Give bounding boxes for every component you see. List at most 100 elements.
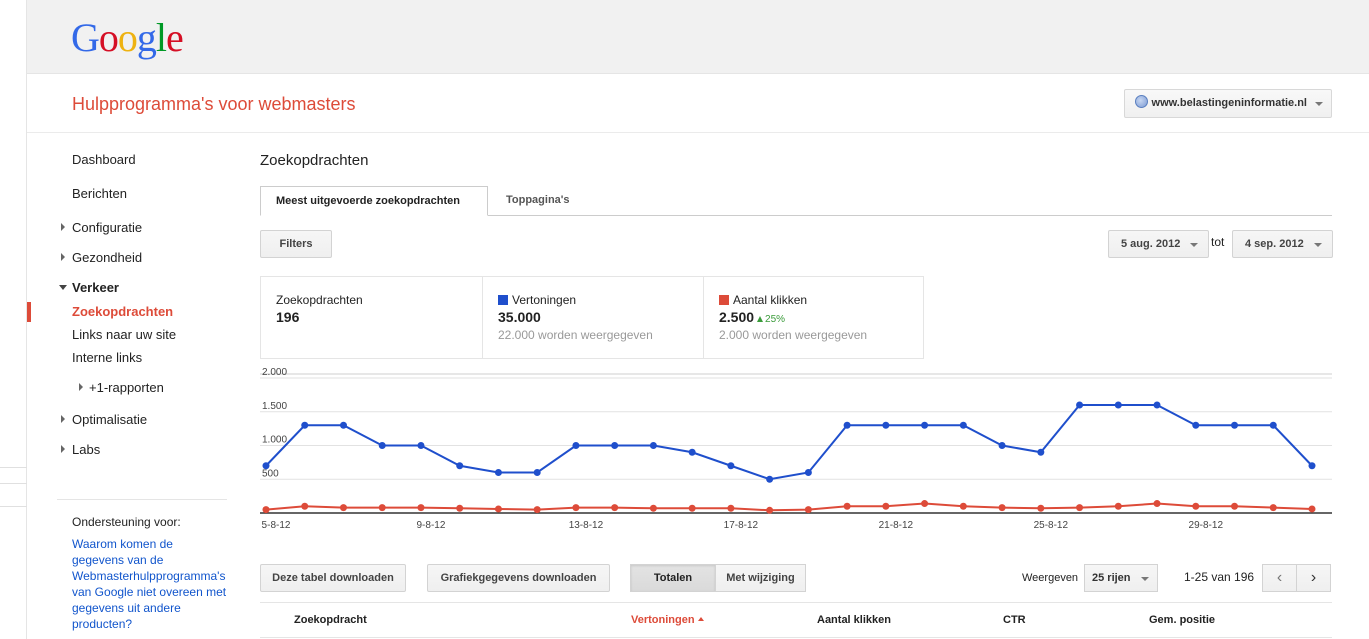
- expand-arrow-icon[interactable]: [61, 223, 65, 231]
- tab-toppaginas[interactable]: Toppagina's: [491, 186, 585, 216]
- data-point: [727, 504, 735, 512]
- data-point: [301, 502, 309, 510]
- data-point: [688, 448, 696, 456]
- sidebar-item-optimalisatie[interactable]: Optimalisatie: [72, 412, 147, 427]
- expand-arrow-icon[interactable]: [61, 415, 65, 423]
- left-edge-strip: [0, 0, 27, 639]
- delta-value: 25%: [765, 314, 786, 325]
- sidebar-item-plus1-rapporten[interactable]: +1-rapporten: [89, 380, 164, 395]
- data-point: [572, 504, 580, 512]
- data-point: [1308, 505, 1316, 513]
- collapse-arrow-icon[interactable]: [59, 285, 67, 290]
- data-point: [998, 504, 1006, 512]
- site-name: www.belastingeninformatie.nl: [1151, 97, 1307, 109]
- sidebar-item-verkeer[interactable]: Verkeer: [72, 280, 119, 295]
- red-swatch-icon: [719, 295, 729, 305]
- column-vertoningen[interactable]: Vertoningen: [631, 614, 704, 626]
- google-logo[interactable]: Google: [71, 14, 184, 61]
- data-point: [611, 442, 619, 449]
- download-chart-button[interactable]: Grafiekgegevens downloaden: [427, 564, 610, 592]
- data-point: [649, 442, 657, 449]
- tab-meest-uitgevoerde-zoekopdrachten[interactable]: Meest uitgevoerde zoekopdrachten: [260, 186, 488, 216]
- support-link[interactable]: Waarom komen de gegevens van de Webmaste…: [57, 536, 227, 632]
- sidebar-item-interne-links[interactable]: Interne links: [72, 350, 142, 365]
- rows-label: Weergeven: [1022, 572, 1079, 584]
- date-from-picker[interactable]: 5 aug. 2012: [1108, 230, 1210, 258]
- table-toolbar: Deze tabel downloaden Grafiekgegevens do…: [260, 564, 1332, 594]
- column-aantal-klikken[interactable]: Aantal klikken: [817, 614, 891, 626]
- expand-arrow-icon[interactable]: [61, 445, 65, 453]
- data-point: [456, 504, 464, 512]
- data-point: [533, 469, 541, 476]
- with-change-toggle[interactable]: Met wijziging: [715, 564, 806, 592]
- x-tick-label: 5-8-12: [262, 520, 291, 531]
- date-to-picker[interactable]: 4 sep. 2012: [1232, 230, 1333, 258]
- x-tick-label: 21-8-12: [879, 520, 914, 531]
- stat-clicks-sub: 2.000 worden weergegeven: [719, 328, 868, 342]
- filters-button[interactable]: Filters: [260, 230, 332, 258]
- stat-clicks[interactable]: Aantal klikken 2.500 25% 2.000 worden wee…: [703, 277, 924, 358]
- stat-queries-label: Zoekopdrachten: [276, 293, 363, 307]
- sidebar-item-zoekopdrachten[interactable]: Zoekopdrachten: [72, 304, 173, 319]
- stat-impressions-label: Vertoningen: [512, 293, 577, 307]
- data-point: [378, 504, 386, 512]
- data-point: [649, 504, 657, 512]
- column-gem-positie[interactable]: Gem. positie: [1149, 614, 1215, 626]
- data-point: [1114, 401, 1122, 409]
- logo-letter: G: [71, 15, 100, 60]
- sidebar-item-labs[interactable]: Labs: [72, 442, 100, 457]
- logo-letter: l: [155, 15, 167, 60]
- stat-queries: Zoekopdrachten 196: [261, 277, 482, 358]
- stat-clicks-value: 2.500: [719, 309, 755, 325]
- prev-page-button[interactable]: ‹: [1262, 564, 1297, 592]
- data-point: [1231, 421, 1239, 429]
- app-title[interactable]: Hulpprogramma's voor webmasters: [72, 94, 356, 115]
- data-point: [494, 469, 502, 476]
- data-point: [843, 421, 851, 429]
- data-point: [417, 504, 425, 512]
- logo-letter: g: [136, 15, 157, 60]
- data-point: [766, 475, 774, 483]
- sidebar-item-configuratie[interactable]: Configuratie: [72, 220, 142, 235]
- chevron-down-icon: [1313, 243, 1322, 247]
- expand-arrow-icon[interactable]: [61, 253, 65, 261]
- stat-impressions-sub: 22.000 worden weergegeven: [498, 328, 653, 342]
- support-title: Ondersteuning voor:: [72, 515, 181, 529]
- data-point: [339, 504, 347, 512]
- data-point: [533, 506, 541, 514]
- top-bar: Google: [27, 0, 1369, 74]
- column-ctr[interactable]: CTR: [1003, 614, 1026, 626]
- data-point: [998, 442, 1006, 449]
- rows-select[interactable]: 25 rijen: [1084, 564, 1158, 592]
- edge-divider: [0, 467, 27, 468]
- chart-svg: 2.000 1.500 1.000 500 5-8-12 9-8-12 13-8-12 17-…: [260, 368, 1332, 531]
- column-zoekopdracht[interactable]: Zoekopdracht: [294, 614, 367, 626]
- download-table-button[interactable]: Deze tabel downloaden: [260, 564, 406, 592]
- active-indicator: [27, 302, 31, 322]
- data-point: [1037, 504, 1045, 512]
- traffic-chart: 2.000 1.500 1.000 500 5-8-12 9-8-12 13-8-12 17-…: [260, 368, 1332, 543]
- stat-clicks-value-row: 2.500 25%: [719, 309, 924, 325]
- stat-impressions[interactable]: Vertoningen 35.000 22.000 worden weergeg…: [482, 277, 703, 358]
- sidebar-item-berichten[interactable]: Berichten: [72, 186, 127, 201]
- totals-toggle[interactable]: Totalen: [630, 564, 716, 592]
- site-selector[interactable]: www.belastingeninformatie.nl: [1123, 89, 1332, 118]
- next-page-button[interactable]: ›: [1296, 564, 1331, 592]
- x-tick-label: 13-8-12: [569, 520, 604, 531]
- stat-clicks-label-row: Aantal klikken: [719, 293, 924, 307]
- sidebar-item-dashboard[interactable]: Dashboard: [72, 152, 136, 167]
- sidebar-item-links-naar-uw-site[interactable]: Links naar uw site: [72, 327, 176, 342]
- date-to-value: 4 sep. 2012: [1245, 238, 1304, 250]
- data-point: [1076, 504, 1084, 512]
- logo-letter: e: [166, 15, 184, 60]
- data-point: [688, 504, 696, 512]
- sidebar: Dashboard Berichten Configuratie Gezondh…: [27, 134, 227, 639]
- sidebar-item-gezondheid[interactable]: Gezondheid: [72, 250, 142, 265]
- x-tick-label: 29-8-12: [1189, 520, 1224, 531]
- y-tick-label: 500: [262, 468, 279, 479]
- pager-text: 1-25 van 196: [1184, 570, 1255, 584]
- sort-ascending-icon: [697, 617, 704, 621]
- data-point: [417, 442, 425, 449]
- data-point: [339, 421, 347, 429]
- expand-arrow-icon[interactable]: [79, 383, 83, 391]
